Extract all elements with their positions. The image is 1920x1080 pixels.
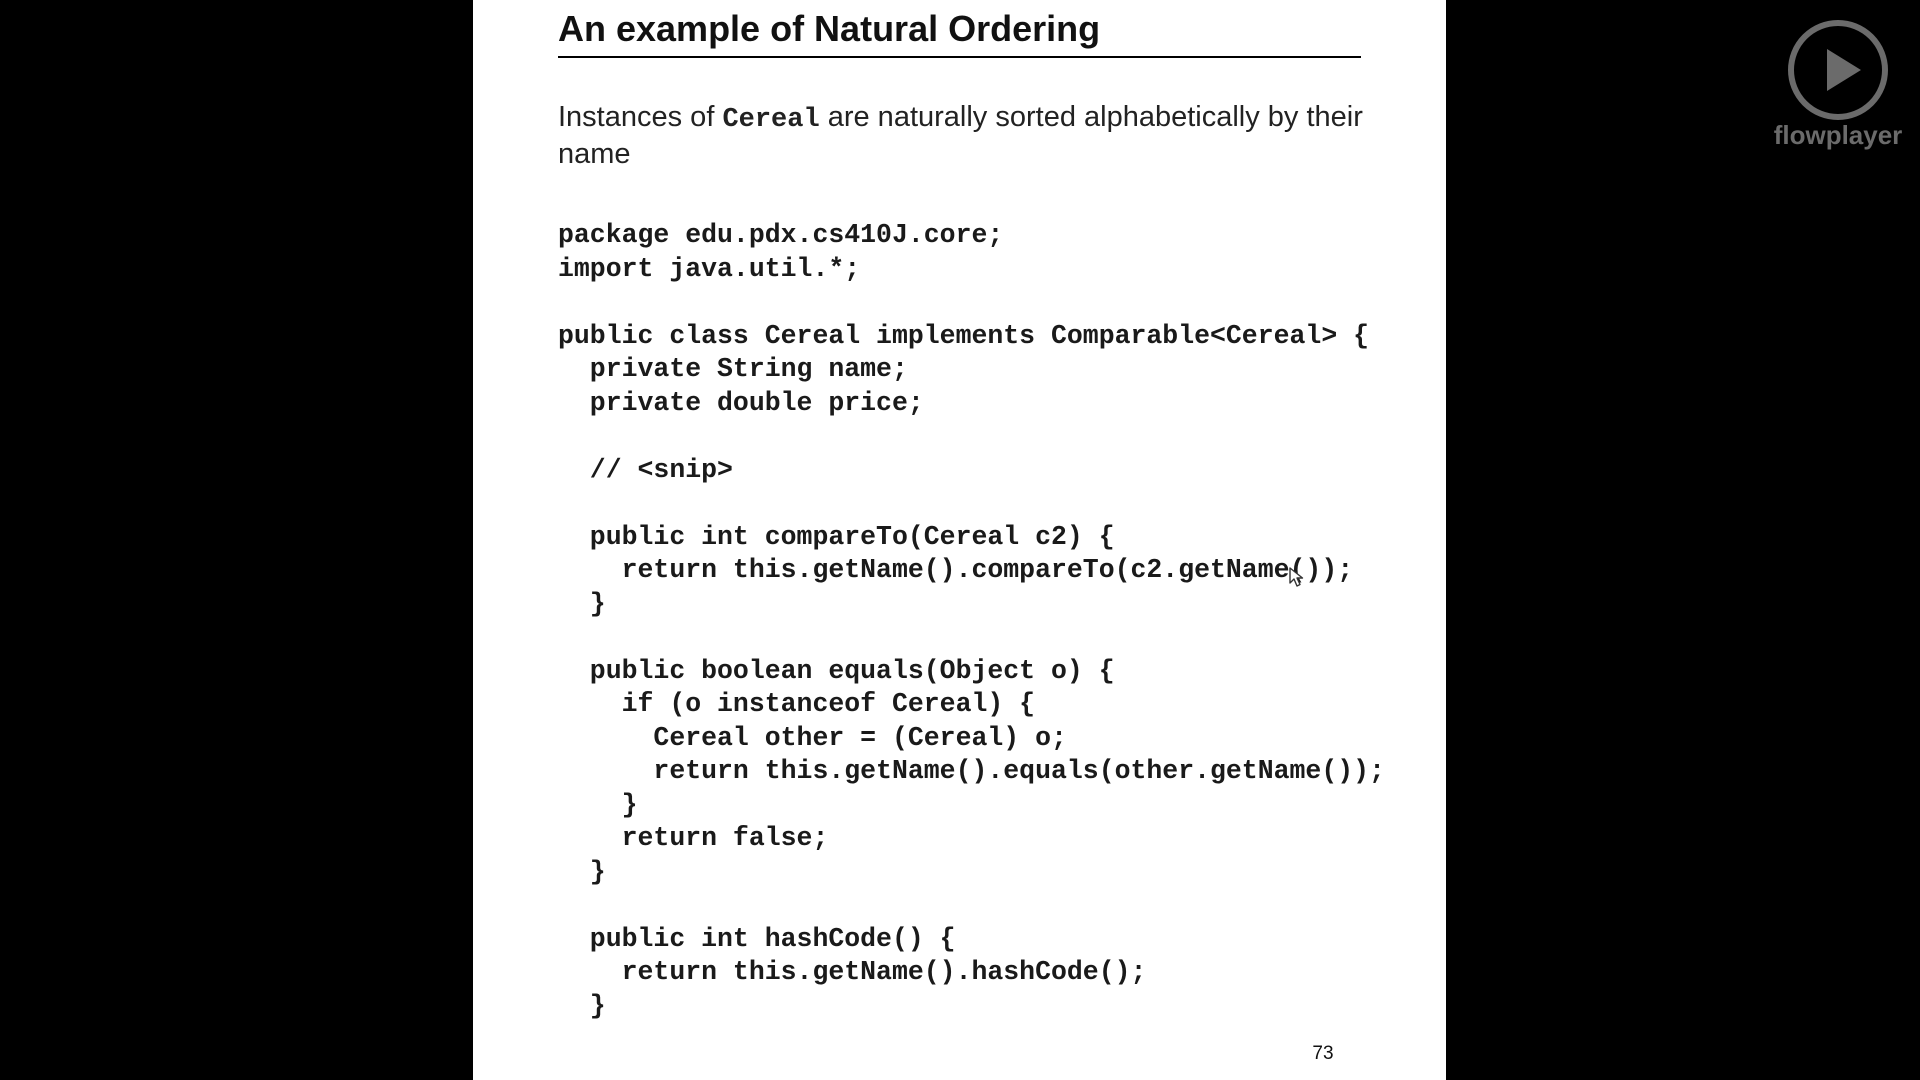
video-player[interactable]: An example of Natural Ordering Instances…	[0, 0, 1920, 1080]
code-listing: package edu.pdx.cs410J.core; import java…	[558, 220, 1385, 1021]
intro-class-name: Cereal	[722, 105, 820, 135]
mouse-cursor-icon	[1289, 567, 1304, 587]
flowplayer-logo[interactable]: flowplayer	[1770, 18, 1904, 158]
page-number: 73	[1312, 1043, 1334, 1064]
slide-intro: Instances of Cereal are naturally sorted…	[558, 100, 1368, 171]
intro-text-start: Instances of	[558, 101, 723, 133]
play-icon[interactable]	[1786, 18, 1890, 122]
flowplayer-brand-text: flowplayer	[1773, 120, 1903, 150]
slide-title: An example of Natural Ordering	[558, 4, 1361, 58]
slide: An example of Natural Ordering Instances…	[473, 0, 1446, 1080]
